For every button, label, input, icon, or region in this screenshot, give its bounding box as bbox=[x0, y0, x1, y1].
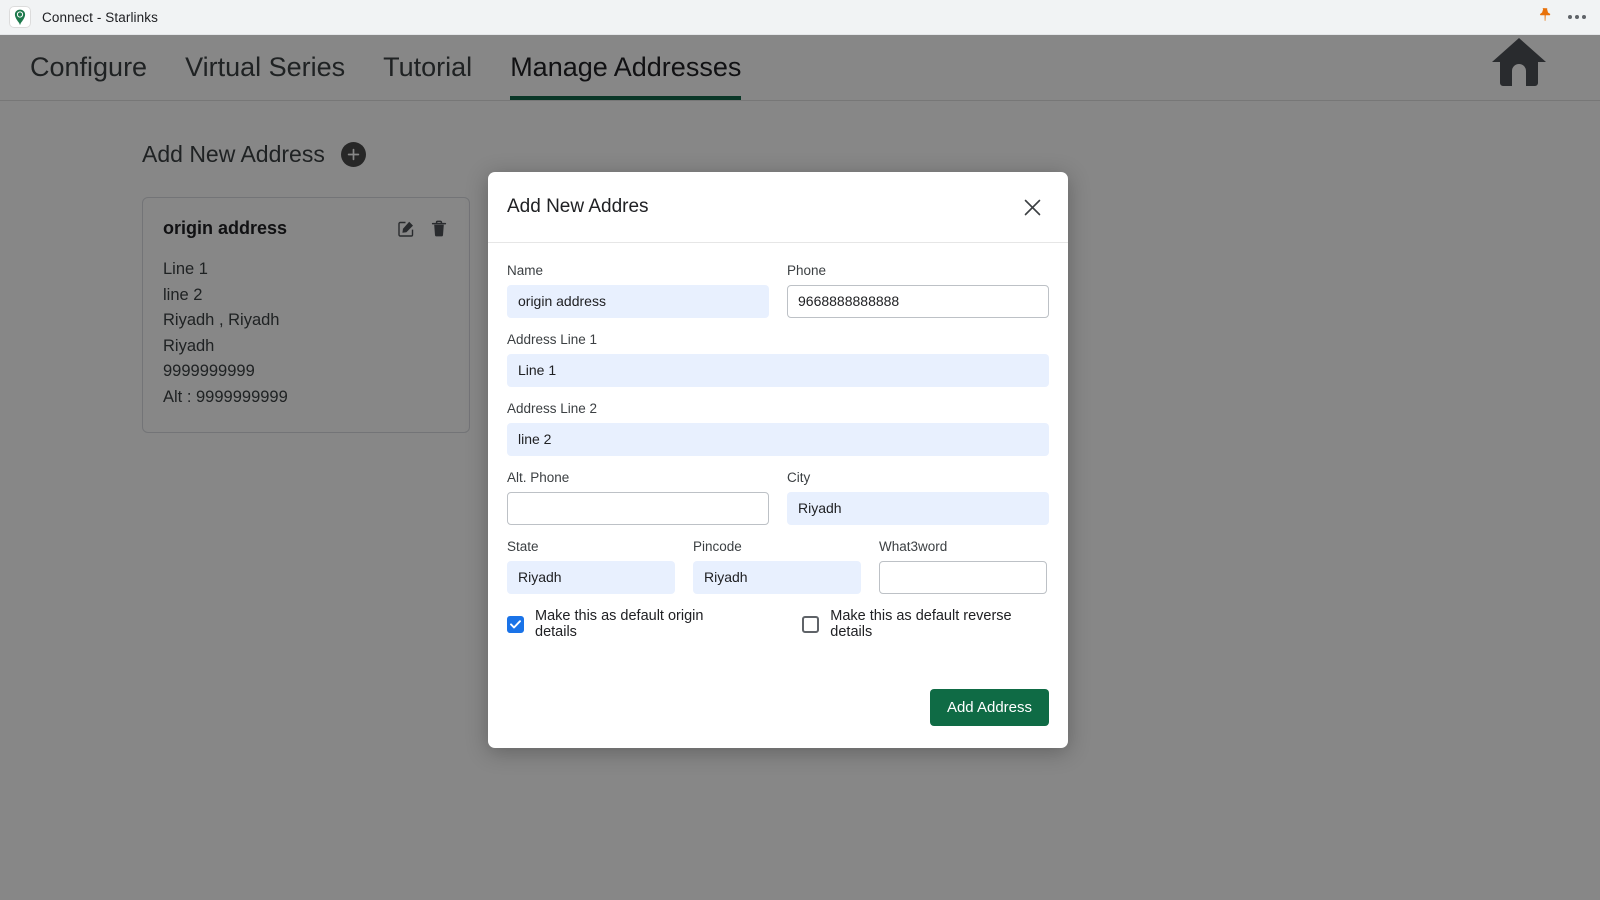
checkbox-unchecked-icon bbox=[802, 616, 819, 633]
dialog-footer: Add Address bbox=[488, 667, 1068, 748]
address-line-1-input[interactable] bbox=[507, 354, 1049, 387]
close-icon[interactable] bbox=[1017, 192, 1047, 222]
phone-input[interactable] bbox=[787, 285, 1049, 318]
browser-extension-bar: Connect - Starlinks bbox=[0, 0, 1600, 35]
row-address-line-2: Address Line 2 bbox=[507, 401, 1049, 456]
address-line-2-label: Address Line 2 bbox=[507, 401, 1049, 416]
add-address-dialog: Add New Addres Name Phone Address Line 1 bbox=[488, 172, 1068, 748]
alt-phone-input[interactable] bbox=[507, 492, 769, 525]
default-reverse-label: Make this as default reverse details bbox=[830, 608, 1049, 640]
row-name-phone: Name Phone bbox=[507, 263, 1049, 318]
row-altphone-city: Alt. Phone City bbox=[507, 470, 1049, 525]
checkbox-checked-icon bbox=[507, 616, 524, 633]
alt-phone-label: Alt. Phone bbox=[507, 470, 769, 485]
what3word-input[interactable] bbox=[879, 561, 1047, 594]
default-reverse-checkbox[interactable]: Make this as default reverse details bbox=[802, 608, 1049, 640]
dialog-header: Add New Addres bbox=[488, 172, 1068, 243]
what3word-label: What3word bbox=[879, 539, 1047, 554]
pin-icon[interactable] bbox=[1538, 7, 1552, 28]
field-address-line-1: Address Line 1 bbox=[507, 332, 1049, 387]
defaults-checkbox-row: Make this as default origin details Make… bbox=[507, 608, 1049, 640]
pincode-label: Pincode bbox=[693, 539, 861, 554]
dialog-title: Add New Addres bbox=[507, 196, 1017, 218]
city-input[interactable] bbox=[787, 492, 1049, 525]
default-origin-checkbox[interactable]: Make this as default origin details bbox=[507, 608, 741, 640]
name-input[interactable] bbox=[507, 285, 769, 318]
more-horizontal-icon[interactable] bbox=[1568, 15, 1586, 19]
extension-title: Connect - Starlinks bbox=[42, 10, 158, 25]
row-address-line-1: Address Line 1 bbox=[507, 332, 1049, 387]
state-input[interactable] bbox=[507, 561, 675, 594]
field-pincode: Pincode bbox=[693, 539, 861, 594]
field-city: City bbox=[787, 470, 1049, 525]
field-state: State bbox=[507, 539, 675, 594]
default-origin-label: Make this as default origin details bbox=[535, 608, 741, 640]
address-line-1-label: Address Line 1 bbox=[507, 332, 1049, 347]
field-alt-phone: Alt. Phone bbox=[507, 470, 769, 525]
name-label: Name bbox=[507, 263, 769, 278]
address-line-2-input[interactable] bbox=[507, 423, 1049, 456]
add-address-button[interactable]: Add Address bbox=[930, 689, 1049, 726]
extension-logo-icon bbox=[9, 6, 31, 28]
pincode-input[interactable] bbox=[693, 561, 861, 594]
city-label: City bbox=[787, 470, 1049, 485]
field-address-line-2: Address Line 2 bbox=[507, 401, 1049, 456]
field-name: Name bbox=[507, 263, 769, 318]
dialog-body: Name Phone Address Line 1 Address Line 2… bbox=[488, 243, 1068, 667]
phone-label: Phone bbox=[787, 263, 1049, 278]
field-what3word: What3word bbox=[879, 539, 1047, 594]
field-phone: Phone bbox=[787, 263, 1049, 318]
row-state-pincode-what3word: State Pincode What3word bbox=[507, 539, 1049, 594]
state-label: State bbox=[507, 539, 675, 554]
